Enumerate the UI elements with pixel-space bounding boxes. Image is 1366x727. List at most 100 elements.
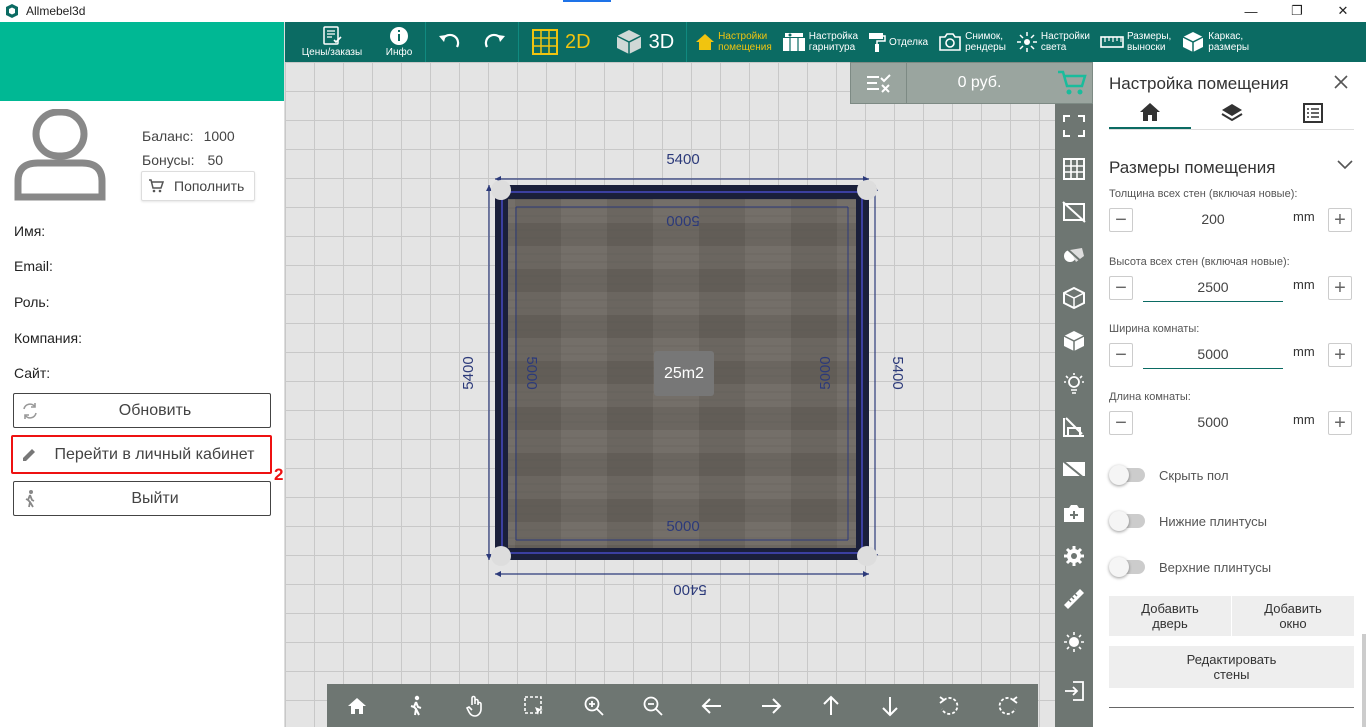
clipboard-icon — [323, 26, 342, 45]
upper-plinth-label: Верхние плинтусы — [1159, 559, 1272, 575]
title-accent — [563, 0, 611, 2]
cart-button[interactable] — [1052, 69, 1092, 97]
restore-button[interactable]: ❐ — [1274, 0, 1320, 22]
mode-2d-button[interactable]: 2D — [519, 22, 603, 62]
grid-icon — [1063, 157, 1085, 180]
design-canvas[interactable]: 5400 5400 5400 5400 5000 5000 5000 5000 … — [285, 62, 1093, 727]
room-length-input[interactable]: 5000 — [1143, 414, 1283, 430]
close-window-button[interactable]: ✕ — [1320, 0, 1366, 22]
exit-button[interactable] — [1055, 669, 1093, 712]
add-window-button[interactable]: Добавить окно — [1231, 596, 1354, 636]
room-width-minus[interactable]: − — [1109, 343, 1133, 367]
mode-3d-button[interactable]: 3D — [603, 22, 687, 62]
nav-home-button[interactable] — [342, 691, 372, 721]
sizes-button[interactable]: Размеры, выноски — [1095, 22, 1176, 62]
edit-walls-button[interactable]: Редактировать стены — [1109, 646, 1354, 688]
user-panel-header — [0, 22, 284, 101]
nav-walk-button[interactable] — [401, 691, 431, 721]
layers-icon — [1220, 103, 1243, 121]
wall-height-minus[interactable]: − — [1109, 276, 1133, 300]
hide-floor-toggle[interactable]: Скрыть пол — [1109, 465, 1229, 485]
zoom-out-button[interactable] — [638, 691, 668, 721]
light-bulb-button[interactable] — [1055, 362, 1093, 405]
exit-icon — [1065, 680, 1084, 701]
redo-button[interactable] — [472, 22, 518, 62]
grid-button[interactable] — [1055, 147, 1093, 190]
room-settings-button[interactable]: Настройки помещения — [687, 22, 777, 62]
gear-icon — [1064, 545, 1084, 566]
wall-thickness-input[interactable]: 200 — [1143, 211, 1283, 227]
wall-thickness-minus[interactable]: − — [1109, 208, 1133, 232]
logout-button[interactable]: Выйти — [13, 481, 271, 516]
wall-height-plus[interactable]: + — [1328, 276, 1352, 300]
refresh-button[interactable]: Обновить — [13, 393, 271, 428]
ruler-button[interactable] — [1055, 577, 1093, 620]
frame-line2: размеры — [1208, 42, 1250, 53]
wall-height-input[interactable]: 2500 — [1143, 279, 1283, 302]
upper-plinth-toggle[interactable]: Верхние плинтусы — [1109, 557, 1272, 577]
room-width-stepper: − 5000 mm + — [1109, 340, 1353, 370]
prices-button[interactable]: Цены/заказы — [285, 22, 379, 62]
home-icon — [696, 34, 715, 50]
room-length-plus[interactable]: + — [1328, 411, 1352, 435]
kitchen-set-icon — [782, 33, 805, 51]
wall-height-stepper: − 2500 mm + — [1109, 273, 1353, 303]
rotate-right-button[interactable] — [993, 691, 1023, 721]
chevron-down-icon[interactable] — [1336, 158, 1354, 170]
room-length-minus[interactable]: − — [1109, 411, 1133, 435]
room-width-plus[interactable]: + — [1328, 343, 1352, 367]
hide-walls-button[interactable] — [1055, 190, 1093, 233]
tab-list[interactable] — [1272, 96, 1354, 129]
cube-3d-icon — [616, 30, 641, 54]
close-icon[interactable] — [1333, 74, 1349, 90]
pan-left-button[interactable] — [697, 691, 727, 721]
room-box-button[interactable] — [1055, 276, 1093, 319]
room-box-icon — [1063, 286, 1085, 309]
tab-layers[interactable] — [1191, 96, 1273, 129]
toggle-switch[interactable] — [1109, 511, 1145, 531]
toggle-switch[interactable] — [1109, 465, 1145, 485]
toggle-switch[interactable] — [1109, 557, 1145, 577]
hide-furniture-button[interactable] — [1055, 405, 1093, 448]
hide-textures-button[interactable] — [1055, 233, 1093, 276]
zoom-in-button[interactable] — [579, 691, 609, 721]
brightness-button[interactable] — [1055, 620, 1093, 663]
settings-button[interactable] — [1055, 534, 1093, 577]
pan-right-button[interactable] — [756, 691, 786, 721]
panel-scrollbar[interactable] — [1362, 634, 1366, 727]
camera-icon — [939, 33, 961, 51]
fullscreen-button[interactable] — [1055, 104, 1093, 147]
lower-plinth-toggle[interactable]: Нижние плинтусы — [1109, 511, 1267, 531]
minimize-button[interactable]: — — [1228, 0, 1274, 22]
light-settings-button[interactable]: Настройки света — [1011, 22, 1095, 62]
frame-button[interactable]: Каркас, размеры — [1176, 22, 1254, 62]
finish-button[interactable]: Отделка — [863, 22, 933, 62]
snapshot-line1: Снимок, — [965, 31, 1004, 42]
add-door-button[interactable]: Добавить дверь — [1109, 596, 1231, 636]
cabinet-button[interactable]: Перейти в личный кабинет — [11, 435, 272, 474]
hide-items-button[interactable] — [1055, 448, 1093, 491]
solid-box-button[interactable] — [1055, 319, 1093, 362]
nav-hand-button[interactable] — [460, 691, 490, 721]
frame-line1: Каркас, — [1208, 31, 1244, 42]
info-button[interactable]: Инфо — [379, 22, 419, 62]
add-camera-button[interactable] — [1055, 491, 1093, 534]
nav-select-button[interactable] — [519, 691, 549, 721]
arrow-up-icon — [822, 695, 839, 715]
total-price: 0 руб. — [957, 74, 1002, 91]
compare-button[interactable] — [851, 62, 907, 104]
pan-down-button[interactable] — [875, 691, 905, 721]
zoom-out-icon — [643, 696, 663, 716]
wall-thickness-plus[interactable]: + — [1328, 208, 1352, 232]
set-settings-button[interactable]: Настройка гарнитура — [777, 22, 863, 62]
pan-up-button[interactable] — [816, 691, 846, 721]
room-settings-line2: помещения — [718, 42, 772, 53]
rotate-left-button[interactable] — [934, 691, 964, 721]
hide-furniture-icon — [1063, 416, 1084, 437]
undo-button[interactable] — [426, 22, 472, 62]
room-width-input[interactable]: 5000 — [1143, 346, 1283, 369]
topup-button[interactable]: Пополнить — [141, 171, 255, 201]
snapshot-button[interactable]: Снимок, рендеры — [933, 22, 1011, 62]
bulb-icon — [1064, 372, 1084, 394]
tab-room[interactable] — [1109, 96, 1191, 129]
